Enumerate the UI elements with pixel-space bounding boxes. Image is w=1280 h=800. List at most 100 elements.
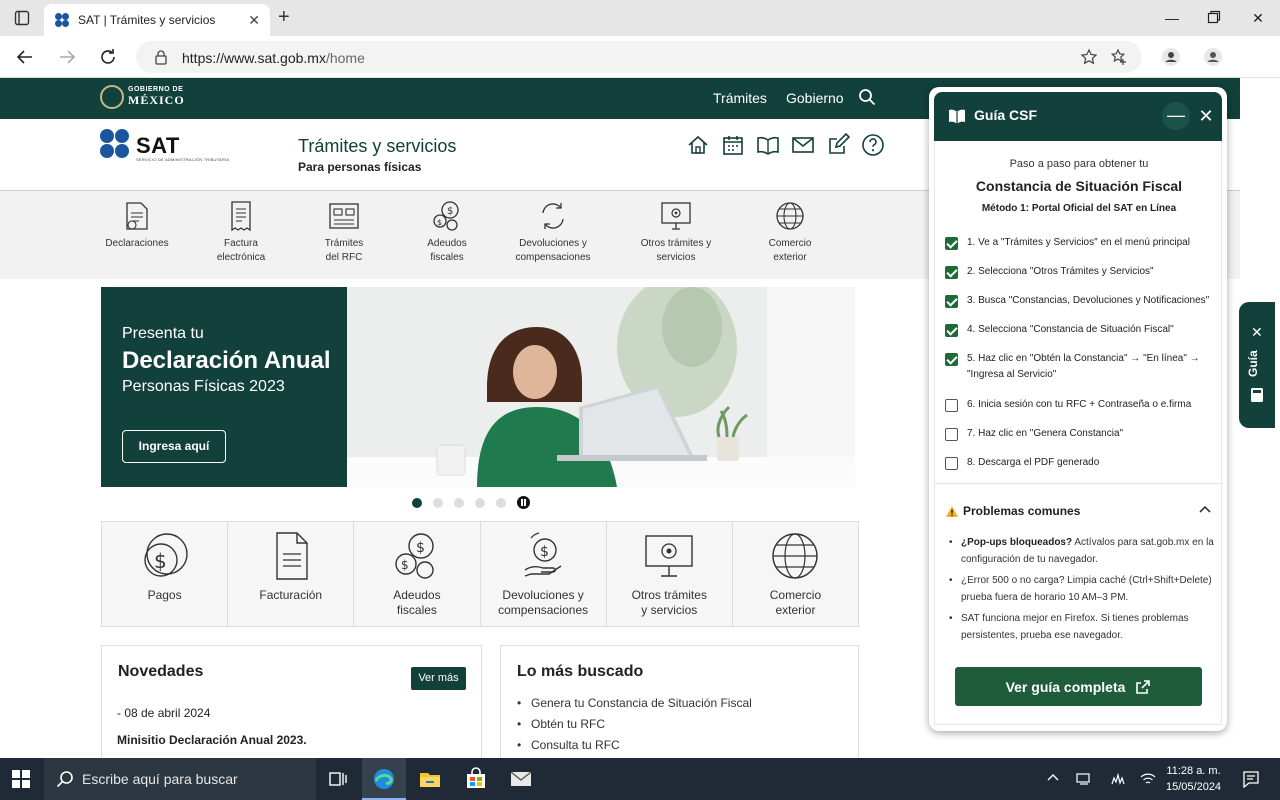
- tray-pen-icon[interactable]: [1110, 772, 1126, 786]
- chevron-up-icon[interactable]: [1199, 505, 1211, 515]
- step-checkbox[interactable]: [945, 457, 958, 470]
- ver-mas-button[interactable]: Ver más: [411, 667, 466, 690]
- gov-nav-tramites[interactable]: Trámites: [713, 90, 767, 106]
- step-text: 8. Descarga el PDF generado: [967, 457, 1100, 468]
- windows-start-icon[interactable]: [12, 770, 30, 788]
- carousel-dot-3[interactable]: [454, 497, 464, 508]
- novedades-item-link[interactable]: Minisitio Declaración Anual 2023.: [117, 733, 307, 747]
- notifications-icon[interactable]: [1242, 770, 1260, 788]
- extension-profile-icon[interactable]: [1160, 46, 1182, 68]
- taskbar-clock[interactable]: 11:28 a. m. 15/05/2024: [1166, 763, 1221, 795]
- step-checkbox[interactable]: [945, 428, 958, 441]
- guide-step-2[interactable]: 2. Selecciona "Otros Trámites y Servicio…: [945, 266, 1215, 280]
- guide-side-tab[interactable]: ✕ Guía: [1239, 302, 1275, 428]
- guide-step-5[interactable]: 5. Haz clic en "Obtén la Constancia" → "…: [945, 353, 1215, 383]
- tray-wifi-icon[interactable]: [1140, 772, 1156, 786]
- taskbar-search-box[interactable]: Escribe aquí para buscar: [44, 758, 316, 800]
- task-view-icon[interactable]: [326, 767, 350, 791]
- problems-list: ¿Pop-ups bloqueados? Actívalos para sat.…: [947, 534, 1215, 648]
- edit-form-icon[interactable]: [826, 133, 850, 157]
- help-icon[interactable]: [861, 133, 885, 157]
- quick-link-rfc[interactable]: Trámites del RFC: [289, 199, 399, 265]
- quick-link-adeudos[interactable]: $ $ Adeudos fiscales: [392, 199, 502, 265]
- book-icon[interactable]: [756, 133, 780, 157]
- card-otros-tramites[interactable]: Otros trámites y servicios: [607, 522, 733, 626]
- guide-step-3[interactable]: 3. Busca "Constancias, Devoluciones y No…: [945, 295, 1215, 309]
- calendar-icon[interactable]: [721, 133, 745, 157]
- new-tab-icon[interactable]: +: [278, 7, 290, 27]
- banner-ingresa-button[interactable]: Ingresa aquí: [122, 430, 226, 463]
- sat-logo-subtext: SERVICIO DE ADMINISTRACIÓN TRIBUTARIA: [136, 157, 230, 162]
- quick-link-otros[interactable]: Otros trámites y servicios: [621, 199, 731, 265]
- guide-step-6[interactable]: 6. Inicia sesión con tu RFC + Contraseña…: [945, 399, 1215, 413]
- browser-tab-sat[interactable]: SAT | Trámites y servicios ✕: [44, 4, 270, 36]
- guide-minimize-icon[interactable]: —: [1162, 102, 1190, 130]
- quick-link-factura[interactable]: Factura electrónica: [186, 199, 296, 265]
- card-adeudos[interactable]: $ $ Adeudos fiscales: [354, 522, 481, 626]
- step-checkbox[interactable]: [945, 295, 958, 308]
- lo-mas-buscado-panel: Lo más buscado Genera tu Constancia de S…: [500, 645, 859, 758]
- novedades-title: Novedades: [118, 663, 204, 680]
- carousel-dot-2[interactable]: [433, 497, 443, 508]
- lo-mas-buscado-item[interactable]: Consulta tu RFC: [517, 735, 752, 756]
- mail-app-icon[interactable]: [509, 767, 533, 791]
- guide-step-8[interactable]: 8. Descarga el PDF generado: [945, 457, 1215, 471]
- step-checkbox[interactable]: [945, 237, 958, 250]
- carousel-dot-4[interactable]: [475, 497, 485, 508]
- card-devoluciones[interactable]: $ Devoluciones y compensaciones: [481, 522, 607, 626]
- quick-link-label: Otros trámites y: [640, 238, 712, 249]
- guide-book-icon: [948, 108, 966, 124]
- url-bar[interactable]: https://www.sat.gob.mx/home: [136, 41, 1142, 73]
- close-window-icon[interactable]: ✕: [1250, 10, 1266, 26]
- mail-icon[interactable]: [791, 133, 815, 157]
- card-comercio[interactable]: Comercio exterior: [733, 522, 858, 626]
- card-pagos[interactable]: $ Pagos: [102, 522, 229, 626]
- back-arrow-icon[interactable]: [14, 46, 36, 68]
- carousel-dot-5[interactable]: [496, 497, 506, 508]
- edge-browser-icon[interactable]: [372, 767, 396, 791]
- file-explorer-icon[interactable]: [418, 767, 442, 791]
- carousel-dot-1[interactable]: [412, 497, 422, 508]
- lo-mas-buscado-item[interactable]: Obtén tu RFC: [517, 714, 752, 735]
- guide-step-4[interactable]: 4. Selecciona "Constancia de Situación F…: [945, 324, 1215, 338]
- minimize-window-icon[interactable]: —: [1164, 10, 1180, 26]
- refund-hand-icon: $: [524, 532, 562, 577]
- refresh-icon[interactable]: [97, 46, 119, 68]
- page-subtitle: Para personas físicas: [298, 160, 422, 174]
- user-profile-icon[interactable]: [1202, 46, 1224, 68]
- ver-guia-completa-button[interactable]: Ver guía completa: [955, 667, 1202, 706]
- collections-icon[interactable]: [1110, 48, 1128, 66]
- carousel-pause-icon[interactable]: [517, 496, 530, 509]
- tray-network-status-icon[interactable]: [1076, 772, 1092, 786]
- lo-mas-buscado-item[interactable]: Genera tu Constancia de Situación Fiscal: [517, 693, 752, 714]
- gov-nav-gobierno[interactable]: Gobierno: [786, 90, 844, 106]
- tab-close-icon[interactable]: ✕: [248, 12, 260, 29]
- tray-chevron-up-icon[interactable]: [1047, 772, 1059, 784]
- side-tab-close-icon[interactable]: ✕: [1251, 324, 1263, 341]
- gov-search-icon[interactable]: [858, 88, 876, 106]
- lock-icon[interactable]: [154, 49, 168, 65]
- card-facturacion[interactable]: Facturación: [228, 522, 355, 626]
- problems-header[interactable]: Problemas comunes: [945, 504, 1080, 518]
- problem-item: ¿Pop-ups bloqueados? Actívalos para sat.…: [947, 534, 1215, 568]
- maximize-window-icon[interactable]: [1207, 10, 1223, 26]
- guide-step-7[interactable]: 7. Haz clic en "Genera Constancia": [945, 428, 1215, 442]
- quick-link-declaraciones[interactable]: Declaraciones: [82, 199, 192, 251]
- forward-arrow-icon[interactable]: [56, 46, 78, 68]
- quick-link-comercio[interactable]: Comercio exterior: [735, 199, 845, 265]
- tab-actions-icon[interactable]: [14, 10, 30, 26]
- step-checkbox[interactable]: [945, 353, 958, 366]
- quick-link-devoluciones[interactable]: Devoluciones y compensaciones: [498, 199, 608, 265]
- hero-banner[interactable]: Presenta tu Declaración Anual Personas F…: [101, 287, 855, 487]
- step-checkbox[interactable]: [945, 324, 958, 337]
- quick-link-label: Adeudos: [427, 238, 467, 249]
- favorite-star-icon[interactable]: [1080, 48, 1098, 66]
- step-checkbox[interactable]: [945, 266, 958, 279]
- guide-close-icon[interactable]: ✕: [1192, 102, 1220, 130]
- gobierno-de-mexico-logo[interactable]: GOBIERNO DE MÉXICO: [100, 85, 185, 109]
- problem-item-bold: ¿Pop-ups bloqueados?: [961, 537, 1073, 548]
- microsoft-store-icon[interactable]: [464, 767, 488, 791]
- step-checkbox[interactable]: [945, 399, 958, 412]
- guide-step-1[interactable]: 1. Ve a "Trámites y Servicios" en el men…: [945, 237, 1215, 251]
- home-icon[interactable]: [686, 133, 710, 157]
